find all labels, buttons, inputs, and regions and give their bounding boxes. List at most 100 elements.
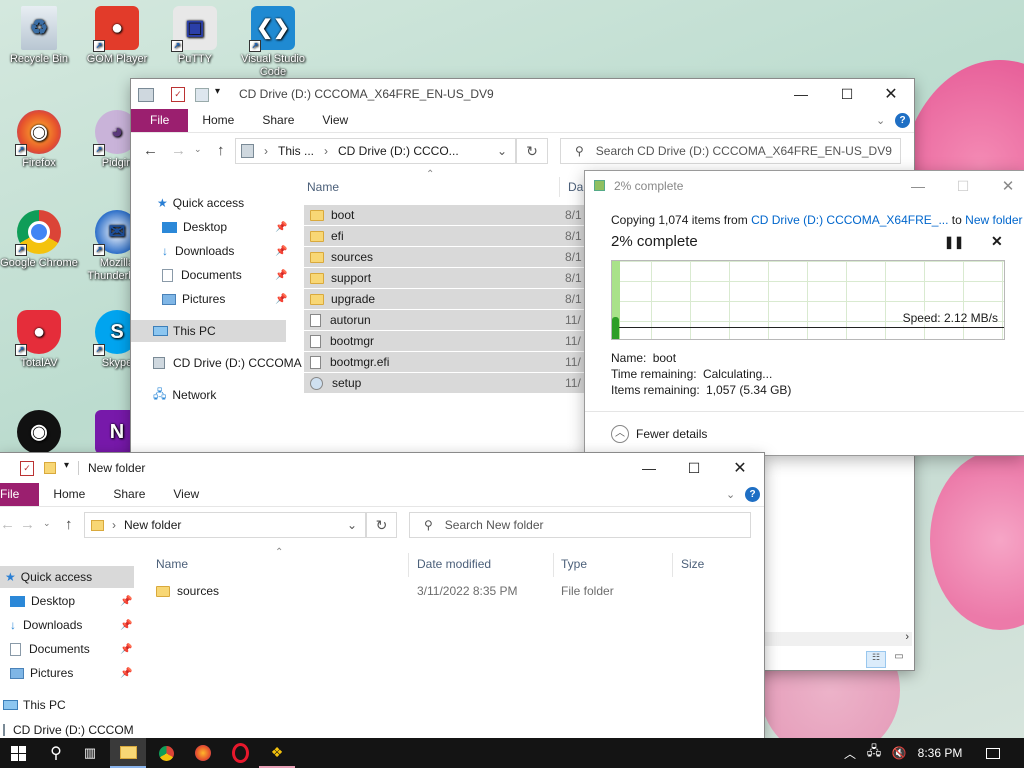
- breadcrumb-new-folder[interactable]: New folder: [124, 518, 181, 532]
- column-separator[interactable]: [559, 177, 560, 197]
- tab-file[interactable]: File: [0, 483, 40, 506]
- file-row[interactable]: support 8/1: [304, 268, 584, 288]
- tab-share[interactable]: Share: [99, 483, 159, 506]
- source-link[interactable]: CD Drive (D:) CCCOMA_X64FRE_...: [751, 213, 948, 227]
- address-dropdown-icon[interactable]: ⌄: [347, 518, 357, 532]
- network-tray-button[interactable]: 🖧: [862, 738, 886, 768]
- start-button[interactable]: [0, 738, 36, 768]
- desktop-icon-putty[interactable]: ▣ ↗ PuTTY: [156, 6, 234, 66]
- pause-button[interactable]: ❚❚: [944, 235, 964, 249]
- column-size[interactable]: Size: [681, 557, 704, 571]
- nav-downloads[interactable]: ↓ Downloads 📌: [162, 240, 287, 262]
- breadcrumb-this-pc[interactable]: This ...: [278, 144, 314, 158]
- nav-quick-access[interactable]: ★ Quick access: [0, 566, 134, 588]
- pin-icon[interactable]: 📌: [120, 620, 132, 631]
- back-arrow-icon[interactable]: ←: [143, 142, 158, 159]
- close-button[interactable]: ✕: [985, 171, 1024, 201]
- pin-icon[interactable]: 📌: [275, 246, 287, 257]
- tab-view[interactable]: View: [159, 483, 213, 506]
- maximize-button[interactable]: ☐: [824, 79, 870, 109]
- nav-cd-drive[interactable]: CD Drive (D:) CCCOM: [3, 722, 133, 738]
- maximize-button[interactable]: ☐: [940, 171, 986, 201]
- column-separator[interactable]: [672, 553, 673, 577]
- minimize-button[interactable]: —: [895, 171, 941, 201]
- nav-this-pc[interactable]: This PC: [3, 694, 66, 716]
- destination-link[interactable]: New folder: [965, 213, 1022, 227]
- properties-icon[interactable]: ✓: [20, 461, 34, 476]
- taskbar-paint[interactable]: ❖: [259, 738, 295, 768]
- nav-cd-drive[interactable]: CD Drive (D:) CCCOMA: [153, 352, 302, 374]
- action-center-button[interactable]: [978, 738, 1008, 768]
- properties-icon[interactable]: ✓: [171, 87, 185, 102]
- ribbon-expand-icon[interactable]: ⌄: [876, 114, 885, 127]
- breadcrumb-cd-drive[interactable]: CD Drive (D:) CCCO...: [338, 144, 459, 158]
- task-view-button[interactable]: ▥: [72, 738, 108, 768]
- fewer-details-button[interactable]: ︿ Fewer details: [611, 425, 707, 443]
- pin-icon[interactable]: 📌: [120, 668, 132, 679]
- file-row[interactable]: efi 8/1: [304, 226, 584, 246]
- file-row[interactable]: bootmgr 11/: [304, 331, 584, 351]
- pin-icon[interactable]: 📌: [275, 294, 287, 305]
- nav-pictures[interactable]: Pictures 📌: [162, 288, 287, 310]
- horizontal-scrollbar[interactable]: ›: [764, 631, 912, 646]
- taskbar-file-explorer[interactable]: [110, 738, 146, 768]
- scroll-right-arrow-icon[interactable]: ›: [905, 631, 909, 643]
- taskbar-firefox[interactable]: [185, 738, 221, 768]
- dialog-title-bar[interactable]: 2% complete — ☐ ✕: [585, 171, 1024, 201]
- file-row[interactable]: sources 8/1: [304, 247, 584, 267]
- file-row[interactable]: boot 8/1: [304, 205, 584, 225]
- details-view-button[interactable]: ☷: [866, 651, 886, 668]
- close-button[interactable]: ✕: [868, 79, 914, 109]
- new-folder-icon[interactable]: [195, 88, 209, 102]
- nav-desktop[interactable]: Desktop 📌: [162, 216, 287, 238]
- help-icon[interactable]: ?: [895, 113, 910, 128]
- nav-downloads[interactable]: ↓ Downloads 📌: [10, 614, 135, 636]
- column-date[interactable]: Da: [568, 180, 583, 194]
- column-name[interactable]: Name: [156, 557, 188, 571]
- minimize-button[interactable]: —: [626, 453, 672, 483]
- nav-quick-access[interactable]: ★ Quick access: [157, 192, 244, 214]
- search-input[interactable]: Search New folder: [445, 518, 544, 532]
- file-row[interactable]: setup 11/: [304, 373, 584, 393]
- pin-icon[interactable]: 📌: [120, 644, 132, 655]
- large-icons-view-button[interactable]: ▭: [890, 651, 908, 668]
- column-date-modified[interactable]: Date modified: [417, 557, 491, 571]
- pin-icon[interactable]: 📌: [275, 270, 287, 281]
- volume-tray-button[interactable]: 🔇: [887, 738, 911, 768]
- search-box[interactable]: ⚲ Search New folder: [409, 512, 751, 538]
- address-bar[interactable]: › This ... › CD Drive (D:) CCCO... ⌄: [235, 138, 516, 164]
- title-bar[interactable]: ✓ ▾ New folder — ☐ ✕: [0, 453, 764, 483]
- nav-documents[interactable]: Documents 📌: [10, 638, 135, 660]
- desktop-icon-vscode[interactable]: ❮❯ ↗ Visual Studio Code: [234, 6, 312, 79]
- refresh-button[interactable]: ↻: [516, 138, 548, 164]
- nav-desktop[interactable]: Desktop 📌: [10, 590, 135, 612]
- help-icon[interactable]: ?: [745, 487, 760, 502]
- tab-home[interactable]: Home: [188, 109, 248, 132]
- file-row[interactable]: upgrade 8/1: [304, 289, 584, 309]
- address-bar[interactable]: › New folder ⌄: [84, 512, 366, 538]
- desktop-icon-totalav[interactable]: ● ↗ TotalAV: [0, 310, 78, 370]
- tab-share[interactable]: Share: [248, 109, 308, 132]
- recent-locations-icon[interactable]: ⌄: [43, 518, 51, 529]
- search-box[interactable]: ⚲ Search CD Drive (D:) CCCOMA_X64FRE_EN-…: [560, 138, 901, 164]
- address-dropdown-icon[interactable]: ⌄: [497, 144, 507, 158]
- up-arrow-icon[interactable]: ↑: [65, 516, 73, 533]
- cancel-button[interactable]: ✕: [991, 233, 1003, 250]
- nav-this-pc[interactable]: This PC: [131, 320, 286, 342]
- minimize-button[interactable]: —: [778, 79, 824, 109]
- ribbon-expand-icon[interactable]: ⌄: [726, 488, 735, 501]
- forward-arrow-icon[interactable]: →: [171, 142, 186, 159]
- tab-home[interactable]: Home: [39, 483, 99, 506]
- folder-icon[interactable]: [44, 462, 56, 474]
- column-separator[interactable]: [553, 553, 554, 577]
- tab-view[interactable]: View: [308, 109, 362, 132]
- column-name[interactable]: Name: [307, 180, 339, 194]
- up-arrow-icon[interactable]: ↑: [217, 142, 225, 159]
- desktop-icon-recycle-bin[interactable]: ♻ Recycle Bin: [0, 6, 78, 66]
- taskbar-search-button[interactable]: ⚲: [38, 738, 74, 768]
- tab-file[interactable]: File: [131, 109, 189, 132]
- title-bar[interactable]: ✓ ▾ CD Drive (D:) CCCOMA_X64FRE_EN-US_DV…: [131, 79, 914, 109]
- back-arrow-icon[interactable]: ←: [0, 516, 15, 533]
- file-row[interactable]: bootmgr.efi 11/: [304, 352, 584, 372]
- quick-access-dropdown-icon[interactable]: ▾: [215, 86, 220, 97]
